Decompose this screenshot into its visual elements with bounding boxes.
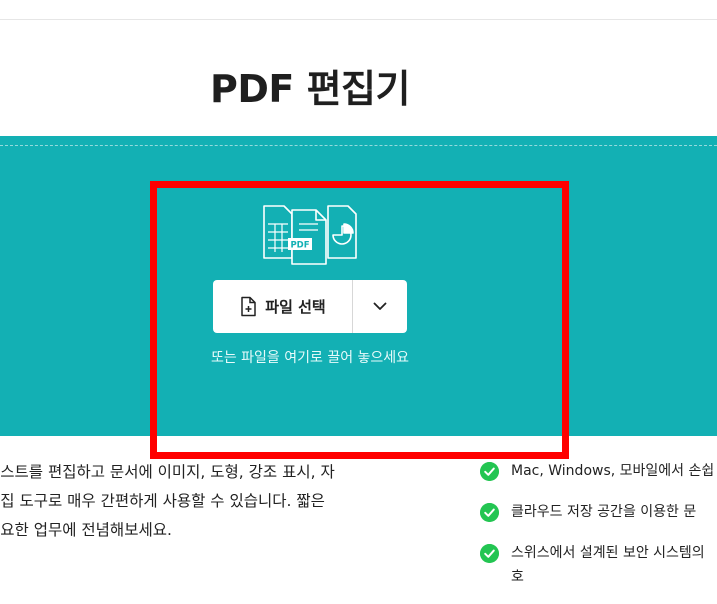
check-circle-icon [480,503,499,522]
feature-item: 클라우드 저장 공간을 이용한 문 [480,500,717,524]
select-file-label: 파일 선택 [265,298,326,316]
feature-text-continuation: 호 [511,569,524,585]
feature-text: 클라우드 저장 공간을 이용한 문 [511,504,697,520]
description-line: 텍스트를 편집하고 문서에 이미지, 도형, 강조 표시, 자 [0,463,335,481]
top-divider [0,19,717,20]
description-line: 필요한 업무에 전념해보세요. [0,521,172,539]
check-circle-icon [480,544,499,563]
file-select-group: 파일 선택 [213,280,407,333]
feature-list: Mac, Windows, 모바일에서 손쉽 클라우드 저장 공간을 이용한 문… [480,458,717,589]
upload-options-dropdown[interactable] [353,280,407,333]
pdf-badge-text: PDF [290,241,309,251]
feature-text: Mac, Windows, 모바일에서 손쉽 [511,463,715,479]
description-text: 텍스트를 편집하고 문서에 이미지, 도형, 강조 표시, 자 편집 도구로 매… [0,458,400,545]
drop-hint-text: 또는 파일을 여기로 끌어 놓으세요 [210,350,410,366]
select-file-button[interactable]: 파일 선택 [213,280,353,333]
chevron-down-icon [373,302,387,310]
dropzone-dashed-border [0,145,717,146]
feature-item: Mac, Windows, 모바일에서 손쉽 [480,459,717,483]
description-line: 편집 도구로 매우 간편하게 사용할 수 있습니다. 짧은 [0,492,325,510]
file-dropzone[interactable]: PDF 파일 선택 또는 파일을 여기로 끌어 놓으세요 [0,136,717,436]
page-title: PDF 편집기 [210,67,410,111]
check-circle-icon [480,462,499,481]
feature-text: 스위스에서 설계된 보안 시스템의 [511,545,705,561]
file-add-icon [241,296,257,317]
feature-item: 스위스에서 설계된 보안 시스템의 호 [480,541,717,589]
documents-icon: PDF [263,205,357,265]
